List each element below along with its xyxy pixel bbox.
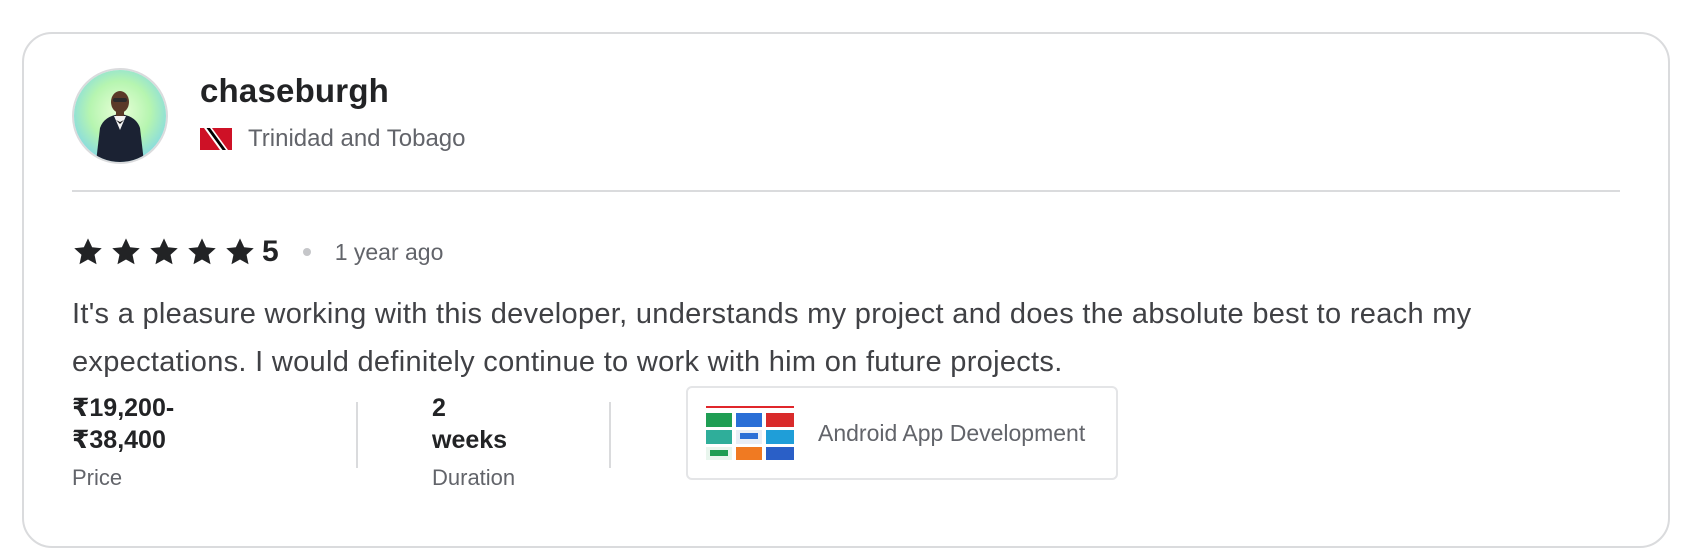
star-icon (188, 238, 216, 265)
star-icon (74, 238, 102, 265)
price-block: ₹19,200-₹38,400 Price (72, 392, 174, 492)
reviewer-country: Trinidad and Tobago (200, 124, 466, 154)
star-icon (150, 238, 178, 265)
country-name: Trinidad and Tobago (248, 125, 466, 152)
star-icon (112, 238, 140, 265)
review-card: chaseburgh Trinidad and Tobago 5 1 year … (22, 32, 1670, 548)
separator-dot (302, 248, 311, 256)
details-divider (609, 402, 611, 468)
details-divider (356, 402, 358, 468)
rating-row: 5 1 year ago (72, 230, 443, 274)
gig-link-card[interactable]: Android App Development (686, 386, 1118, 480)
rating-score: 5 (262, 235, 279, 268)
trinidad-and-tobago-flag-icon (200, 128, 232, 150)
review-time-ago: 1 year ago (334, 238, 444, 265)
price-label: Price (72, 465, 123, 490)
duration-value: 2 weeks (432, 394, 508, 454)
gig-title[interactable]: Android App Development (818, 420, 1085, 447)
star-icon (226, 238, 254, 265)
reviewer-username[interactable]: chaseburgh (200, 72, 389, 110)
header-divider (72, 190, 1620, 192)
reviewer-header: chaseburgh Trinidad and Tobago (72, 68, 1620, 184)
review-text: It's a pleasure working with this develo… (72, 298, 1472, 378)
star-rating (72, 236, 256, 268)
gig-thumbnail-icon (704, 405, 796, 461)
reviewer-avatar[interactable] (72, 68, 168, 164)
duration-label: Duration (432, 465, 516, 490)
avatar-image (74, 70, 166, 162)
duration-block: 2 weeks Duration (432, 392, 515, 492)
price-value: ₹19,200-₹38,400 (72, 394, 175, 454)
